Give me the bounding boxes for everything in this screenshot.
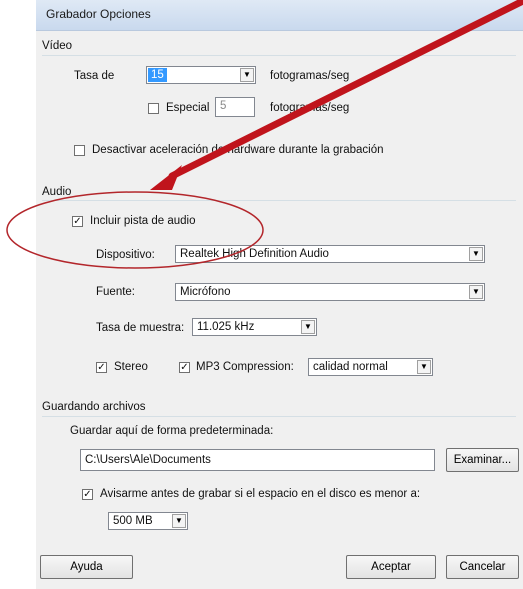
annotation-arrow-shaft	[168, 0, 523, 180]
annotation-arrow-head	[150, 165, 182, 190]
highlight-ellipse	[6, 191, 264, 269]
annotation-overlay	[6, 0, 523, 269]
